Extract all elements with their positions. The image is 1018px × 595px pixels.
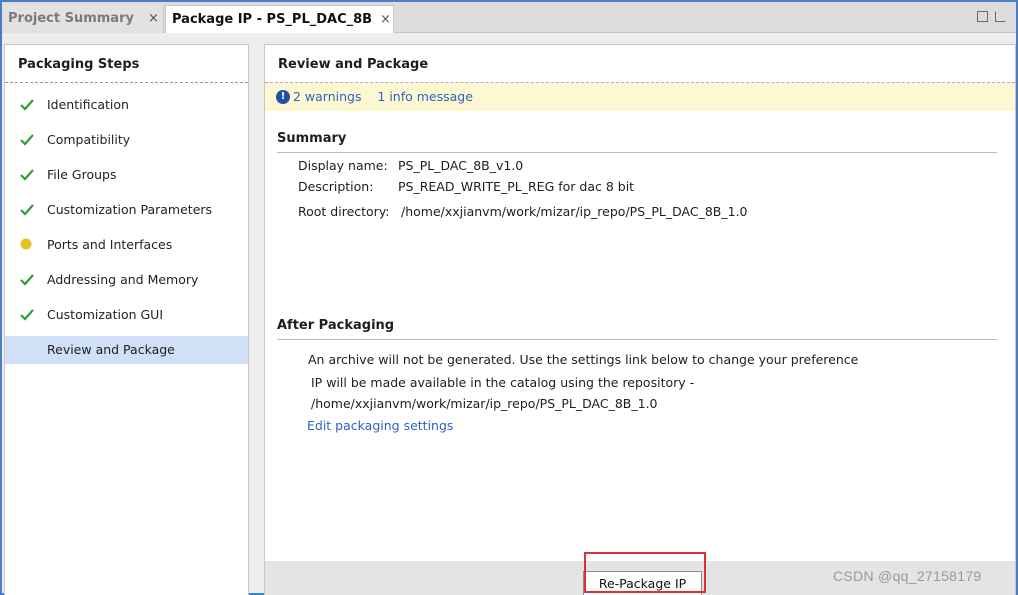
check-icon — [20, 204, 34, 216]
float-icon[interactable] — [995, 11, 1006, 22]
check-icon — [20, 99, 34, 111]
info-message-link[interactable]: 1 info message — [377, 89, 473, 104]
packaging-steps-panel: Packaging Steps Identification Compatibi… — [4, 44, 249, 595]
display-name-label: Display name: — [298, 158, 388, 173]
tab-package-ip[interactable]: Package IP - PS_PL_DAC_8B × — [165, 5, 394, 33]
repository-path: /home/xxjianvm/work/mizar/ip_repo/PS_PL_… — [311, 396, 658, 411]
root-directory-label: Root directory: — [298, 204, 390, 219]
summary-heading: Summary — [277, 131, 997, 153]
re-package-ip-button[interactable]: Re-Package IP — [583, 571, 702, 595]
step-addressing-and-memory[interactable]: Addressing and Memory — [5, 266, 248, 294]
warnings-link[interactable]: 2 warnings — [293, 89, 362, 104]
root-directory-value: /home/xxjianvm/work/mizar/ip_repo/PS_PL_… — [401, 204, 748, 219]
panel-title: Review and Package — [265, 45, 1015, 83]
step-label: Identification — [47, 97, 129, 112]
restore-icon[interactable] — [977, 11, 988, 22]
panel-title: Packaging Steps — [5, 45, 248, 83]
after-packaging-heading: After Packaging — [277, 318, 997, 340]
catalog-notice: IP will be made available in the catalog… — [311, 375, 695, 390]
step-label: File Groups — [47, 167, 117, 182]
close-icon[interactable]: × — [148, 5, 159, 32]
check-icon — [20, 169, 34, 181]
message-banner: ! 2 warnings 1 info message — [265, 83, 1015, 111]
step-review-and-package[interactable]: Review and Package — [5, 336, 248, 364]
check-icon — [20, 309, 34, 321]
step-label: Ports and Interfaces — [47, 237, 173, 252]
step-label: Compatibility — [47, 132, 131, 147]
warning-icon — [20, 238, 32, 250]
check-icon — [20, 134, 34, 146]
archive-notice: An archive will not be generated. Use th… — [308, 352, 859, 367]
tab-project-summary[interactable]: Project Summary × — [2, 5, 164, 33]
edit-packaging-settings-link[interactable]: Edit packaging settings — [307, 418, 453, 433]
step-ports-and-interfaces[interactable]: Ports and Interfaces — [5, 231, 248, 259]
description-label: Description: — [298, 179, 374, 194]
watermark: CSDN @qq_27158179 — [833, 568, 982, 584]
tab-project-summary-label: Project Summary — [8, 11, 134, 26]
step-label: Review and Package — [47, 342, 175, 357]
step-label: Addressing and Memory — [47, 272, 199, 287]
step-label: Customization Parameters — [47, 202, 213, 217]
step-customization-parameters[interactable]: Customization Parameters — [5, 196, 248, 224]
check-icon — [20, 274, 34, 286]
step-file-groups[interactable]: File Groups — [5, 161, 248, 189]
window-frame: Project Summary × Package IP - PS_PL_DAC… — [0, 0, 1018, 595]
step-compatibility[interactable]: Compatibility — [5, 126, 248, 154]
step-customization-gui[interactable]: Customization GUI — [5, 301, 248, 329]
tab-package-ip-label: Package IP - PS_PL_DAC_8B — [172, 12, 373, 27]
display-name-value: PS_PL_DAC_8B_v1.0 — [398, 158, 524, 173]
review-package-panel: Review and Package ! 2 warnings 1 info m… — [264, 44, 1016, 595]
tab-bar: Project Summary × Package IP - PS_PL_DAC… — [2, 2, 1016, 33]
step-identification[interactable]: Identification — [5, 91, 248, 119]
close-icon[interactable]: × — [380, 6, 391, 33]
info-icon: ! — [276, 90, 290, 104]
description-value: PS_READ_WRITE_PL_REG for dac 8 bit — [398, 179, 635, 194]
step-label: Customization GUI — [47, 307, 164, 322]
